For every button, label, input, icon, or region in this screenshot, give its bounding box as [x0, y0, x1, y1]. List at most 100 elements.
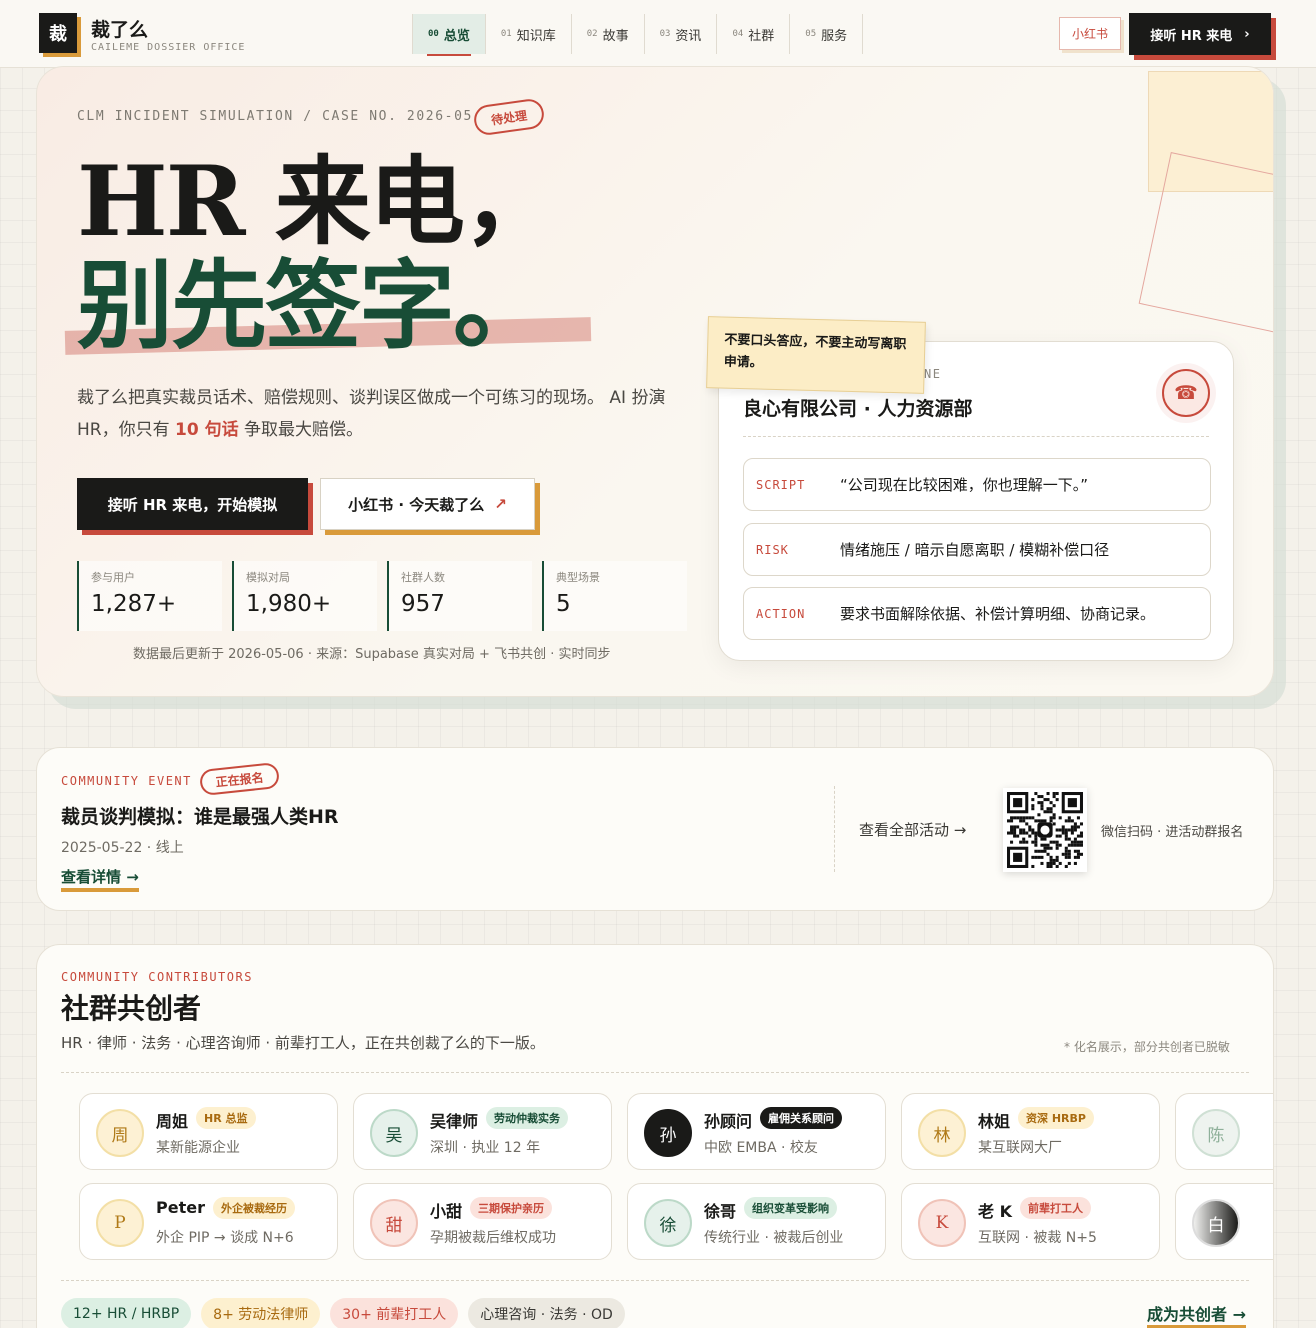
contributor-name: 周姐	[156, 1112, 189, 1131]
answer-hr-call-button[interactable]: 接听 HR 来电 ›	[1129, 13, 1271, 55]
all-events-link[interactable]: 查看全部活动 →	[859, 819, 966, 840]
contributor-avatar: P	[96, 1199, 144, 1247]
contributor-avatar: 陈	[1192, 1109, 1240, 1157]
contributors-section: COMMUNITY CONTRIBUTORS 社群共创者 HR · 律师 · 法…	[36, 944, 1274, 1328]
stat-scenarios: 典型场景 5	[542, 561, 687, 631]
chevron-right-icon: ›	[1244, 26, 1250, 42]
contributor-avatar: 吴	[370, 1109, 418, 1157]
contributor-card[interactable]: 陈	[1175, 1093, 1273, 1170]
contributor-card[interactable]: 徐徐哥 组织变革受影响 传统行业 · 被裁后创业	[627, 1183, 886, 1260]
contributor-badge: 前辈打工人	[1020, 1197, 1091, 1219]
event-date: 2025-05-22 · 线上	[61, 840, 184, 856]
contributor-badge: 劳动仲裁实务	[486, 1107, 568, 1129]
risk-row: RISK 情绪施压 / 暗示自愿离职 / 模糊补偿口径	[743, 523, 1211, 576]
stat-pill: 12+ HR / HRBP	[61, 1298, 192, 1328]
divider	[743, 436, 1209, 437]
contributor-card[interactable]: P Peter 外企被裁经历外企 PIP → 谈成 N+6	[79, 1183, 338, 1260]
contributor-badge: HR 总监	[196, 1107, 256, 1129]
contributor-name: 林姐	[978, 1112, 1011, 1131]
contributor-desc: 某互联网大厂	[978, 1140, 1062, 1156]
contributor-avatar: K	[918, 1199, 966, 1247]
divider	[61, 1280, 1249, 1281]
main-nav: 00 总览 01 知识库 02 故事 03 资讯 04 社群 05 服务	[412, 14, 864, 56]
contributor-name: 吴律师	[430, 1112, 479, 1131]
contributor-badge: 组织变革受影响	[744, 1197, 837, 1219]
call-card-label: NE	[924, 367, 942, 381]
wechat-qr-code	[1003, 788, 1087, 872]
contributor-name: 徐哥	[704, 1202, 737, 1221]
stats-row: 参与用户 1,287+ 模拟对局 1,980+ 社群人数 957 典型场景 5	[77, 561, 687, 631]
contributor-badge: 三期保护亲历	[470, 1197, 552, 1219]
contributor-avatar: 徐	[644, 1199, 692, 1247]
stat-games: 模拟对局 1,980+	[232, 561, 377, 631]
divider	[834, 786, 835, 872]
hero-title-line1: HR 来电，	[77, 145, 559, 258]
stat-pill: 30+ 前辈打工人	[330, 1298, 459, 1328]
contributor-avatar: 甜	[370, 1199, 418, 1247]
stat-pill: 8+ 劳动法律师	[201, 1298, 321, 1328]
xiaohongshu-link-button[interactable]: 小红书 · 今天裁了么 ↗	[320, 478, 535, 530]
script-row: SCRIPT “公司现在比较困难，你也理解一下。”	[743, 458, 1211, 511]
nav-tab-services[interactable]: 05 服务	[790, 14, 864, 54]
stat-pill: 心理咨询 · 法务 · OD	[468, 1298, 625, 1328]
contributor-avatar: 周	[96, 1109, 144, 1157]
contributor-card[interactable]: K 老 K 前辈打工人互联网 · 被裁 N+5	[901, 1183, 1160, 1260]
nav-tab-overview[interactable]: 00 总览	[413, 14, 486, 56]
contributors-kicker: COMMUNITY CONTRIBUTORS	[61, 970, 253, 984]
contributor-card[interactable]: 周周姐 HR 总监某新能源企业	[79, 1093, 338, 1170]
sticky-note: 不要口头答应，不要主动写离职申请。	[706, 316, 926, 394]
hero-title-line2: 别先签字。	[77, 249, 549, 362]
registering-stamp: 正在报名	[198, 761, 281, 797]
data-updated-note: 数据最后更新于 2026-05-06 · 来源：Supabase 真实对局 + …	[133, 647, 611, 662]
contributors-subtitle: HR · 律师 · 法务 · 心理咨询师 · 前辈打工人，正在共创裁了么的下一版…	[61, 1034, 545, 1052]
contributor-avatar: 林	[918, 1109, 966, 1157]
contributors-title: 社群共创者	[61, 992, 202, 1025]
contributor-card[interactable]: 甜小甜 三期保护亲历孕期被裁后维权成功	[353, 1183, 612, 1260]
contributor-desc: 外企 PIP → 谈成 N+6	[156, 1230, 294, 1246]
contributor-name: Peter	[156, 1198, 205, 1217]
contributor-desc: 深圳 · 执业 12 年	[430, 1140, 541, 1156]
contributor-name: 孙顾问	[704, 1112, 753, 1131]
event-title: 裁员谈判模拟：谁是最强人类HR	[61, 806, 339, 828]
contributor-avatar: 孙	[644, 1109, 692, 1157]
top-header: 裁 裁了么 CAILEME DOSSIER OFFICE 00 总览 01 知识库 …	[0, 0, 1316, 68]
contributor-card[interactable]: 白	[1175, 1183, 1273, 1260]
hero-lead: 裁了么把真实裁员话术、赔偿规则、谈判误区做成一个可练习的现场。 AI 扮演 HR…	[77, 388, 666, 440]
contributor-desc: 某新能源企业	[156, 1140, 240, 1156]
start-simulation-button[interactable]: 接听 HR 来电，开始模拟	[77, 478, 308, 530]
brand-subtitle: CAILEME DOSSIER OFFICE	[91, 42, 246, 53]
contributor-name: 老 K	[978, 1202, 1012, 1221]
stat-users: 参与用户 1,287+	[77, 561, 222, 631]
contributor-desc: 孕期被裁后维权成功	[430, 1230, 556, 1246]
become-contributor-link[interactable]: 成为共创者 →	[1147, 1301, 1246, 1328]
contributor-badge: 资深 HRBP	[1018, 1107, 1094, 1129]
stat-community: 社群人数 957	[387, 561, 532, 631]
contributor-card[interactable]: 孙孙顾问 雇佣关系顾问中欧 EMBA · 校友	[627, 1093, 886, 1170]
contributor-name: 小甜	[430, 1202, 463, 1221]
event-kicker: COMMUNITY EVENT	[61, 774, 192, 788]
logo-mark[interactable]: 裁	[39, 13, 77, 53]
nav-tab-community[interactable]: 04 社群	[717, 14, 791, 54]
contributor-card[interactable]: 吴吴律师 劳动仲裁实务深圳 · 执业 12 年	[353, 1093, 612, 1170]
contributor-desc: 互联网 · 被裁 N+5	[978, 1230, 1097, 1246]
pending-stamp: 待处理	[472, 97, 546, 137]
nav-tab-knowledge[interactable]: 01 知识库	[486, 14, 572, 54]
community-event-card: COMMUNITY EVENT 正在报名 裁员谈判模拟：谁是最强人类HR 202…	[36, 747, 1274, 911]
anonymized-note: * 化名展示，部分共创者已脱敏	[1064, 1040, 1230, 1054]
qr-caption: 微信扫码 · 进活动群报名	[1101, 825, 1244, 840]
phone-icon[interactable]: ☎	[1162, 369, 1210, 417]
contributor-stats-pills: 12+ HR / HRBP 8+ 劳动法律师 30+ 前辈打工人 心理咨询 · 法务 …	[61, 1298, 625, 1328]
contributor-card[interactable]: 林林姐 资深 HRBP 某互联网大厂	[901, 1093, 1160, 1170]
contributor-badge: 外企被裁经历	[213, 1197, 295, 1219]
hero-section: CLM INCIDENT SIMULATION / CASE NO. 2026-…	[36, 66, 1274, 697]
caller-name: 良心有限公司 · 人力资源部	[743, 398, 973, 420]
event-details-link[interactable]: 查看详情 →	[61, 866, 139, 892]
nav-tab-stories[interactable]: 02 故事	[572, 14, 645, 54]
brand-name[interactable]: 裁了么	[91, 15, 148, 42]
action-row: ACTION 要求书面解除依据、补偿计算明细、协商记录。	[743, 587, 1211, 640]
xiaohongshu-button[interactable]: 小红书	[1059, 17, 1121, 50]
contributor-badge: 雇佣关系顾问	[760, 1107, 842, 1129]
external-arrow-icon: ↗	[494, 495, 507, 513]
contributor-desc: 中欧 EMBA · 校友	[704, 1140, 818, 1156]
nav-tab-news[interactable]: 03 资讯	[645, 14, 718, 54]
